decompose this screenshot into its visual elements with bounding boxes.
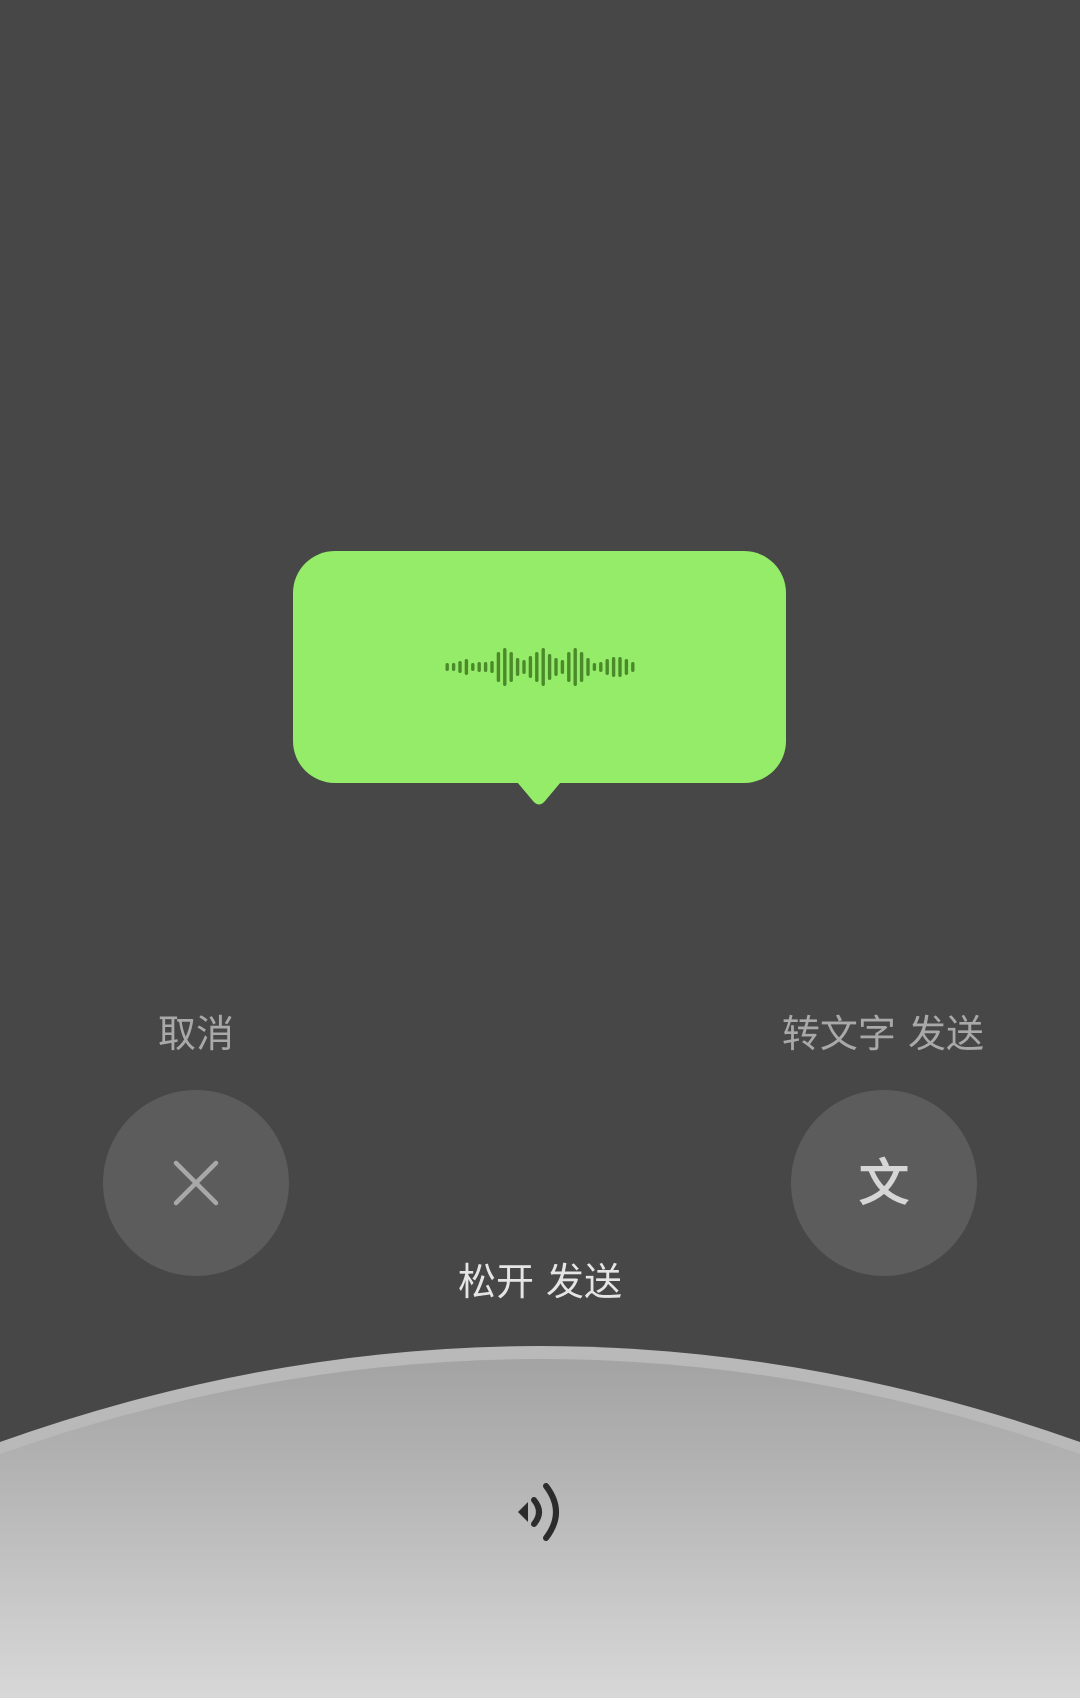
cancel-button[interactable] (103, 1090, 289, 1276)
waveform-bar (489, 661, 494, 673)
bubble-tail (507, 770, 571, 805)
voice-recording-bubble (293, 551, 786, 783)
waveform-bar (624, 659, 628, 675)
waveform-bar (534, 652, 538, 682)
waveform-bar (521, 660, 526, 674)
waveform-bar (477, 662, 481, 672)
cancel-label: 取消 (157, 1012, 234, 1056)
waveform-bar (605, 659, 609, 675)
waveform-bar (553, 658, 558, 676)
waveform-bar (547, 654, 551, 680)
audio-waveform-icon (445, 648, 634, 686)
waveform-bar (585, 658, 590, 676)
waveform-bar (464, 659, 468, 675)
waveform-bar (496, 652, 500, 682)
waveform-bar (566, 652, 570, 682)
waveform-bar (617, 657, 622, 677)
voice-record-overlay: 取消 转文字 发送 文 松开 发送 (0, 0, 1080, 1698)
waveform-bar (598, 662, 602, 672)
waveform-bar (502, 648, 506, 686)
waveform-bar (630, 662, 634, 672)
waveform-bar (541, 648, 545, 686)
speaker-icon (518, 1483, 559, 1541)
waveform-bar (579, 652, 583, 682)
waveform-bar (509, 652, 513, 682)
waveform-bar (592, 663, 596, 671)
close-icon (173, 1160, 219, 1206)
waveform-bar (483, 662, 487, 672)
convert-to-text-label: 转文字 发送 (781, 1012, 984, 1056)
convert-to-text-button[interactable]: 文 (791, 1090, 977, 1276)
release-to-send-label: 松开 发送 (457, 1260, 623, 1304)
waveform-bar (560, 660, 564, 674)
waveform-bar (451, 663, 455, 671)
waveform-bar (528, 656, 532, 678)
waveform-bar (573, 648, 577, 686)
wen-text-icon: 文 (859, 1154, 909, 1212)
waveform-bar (445, 663, 449, 671)
waveform-bar (611, 657, 615, 677)
waveform-bar (515, 658, 519, 676)
waveform-bar (470, 663, 474, 671)
waveform-bar (457, 661, 462, 673)
